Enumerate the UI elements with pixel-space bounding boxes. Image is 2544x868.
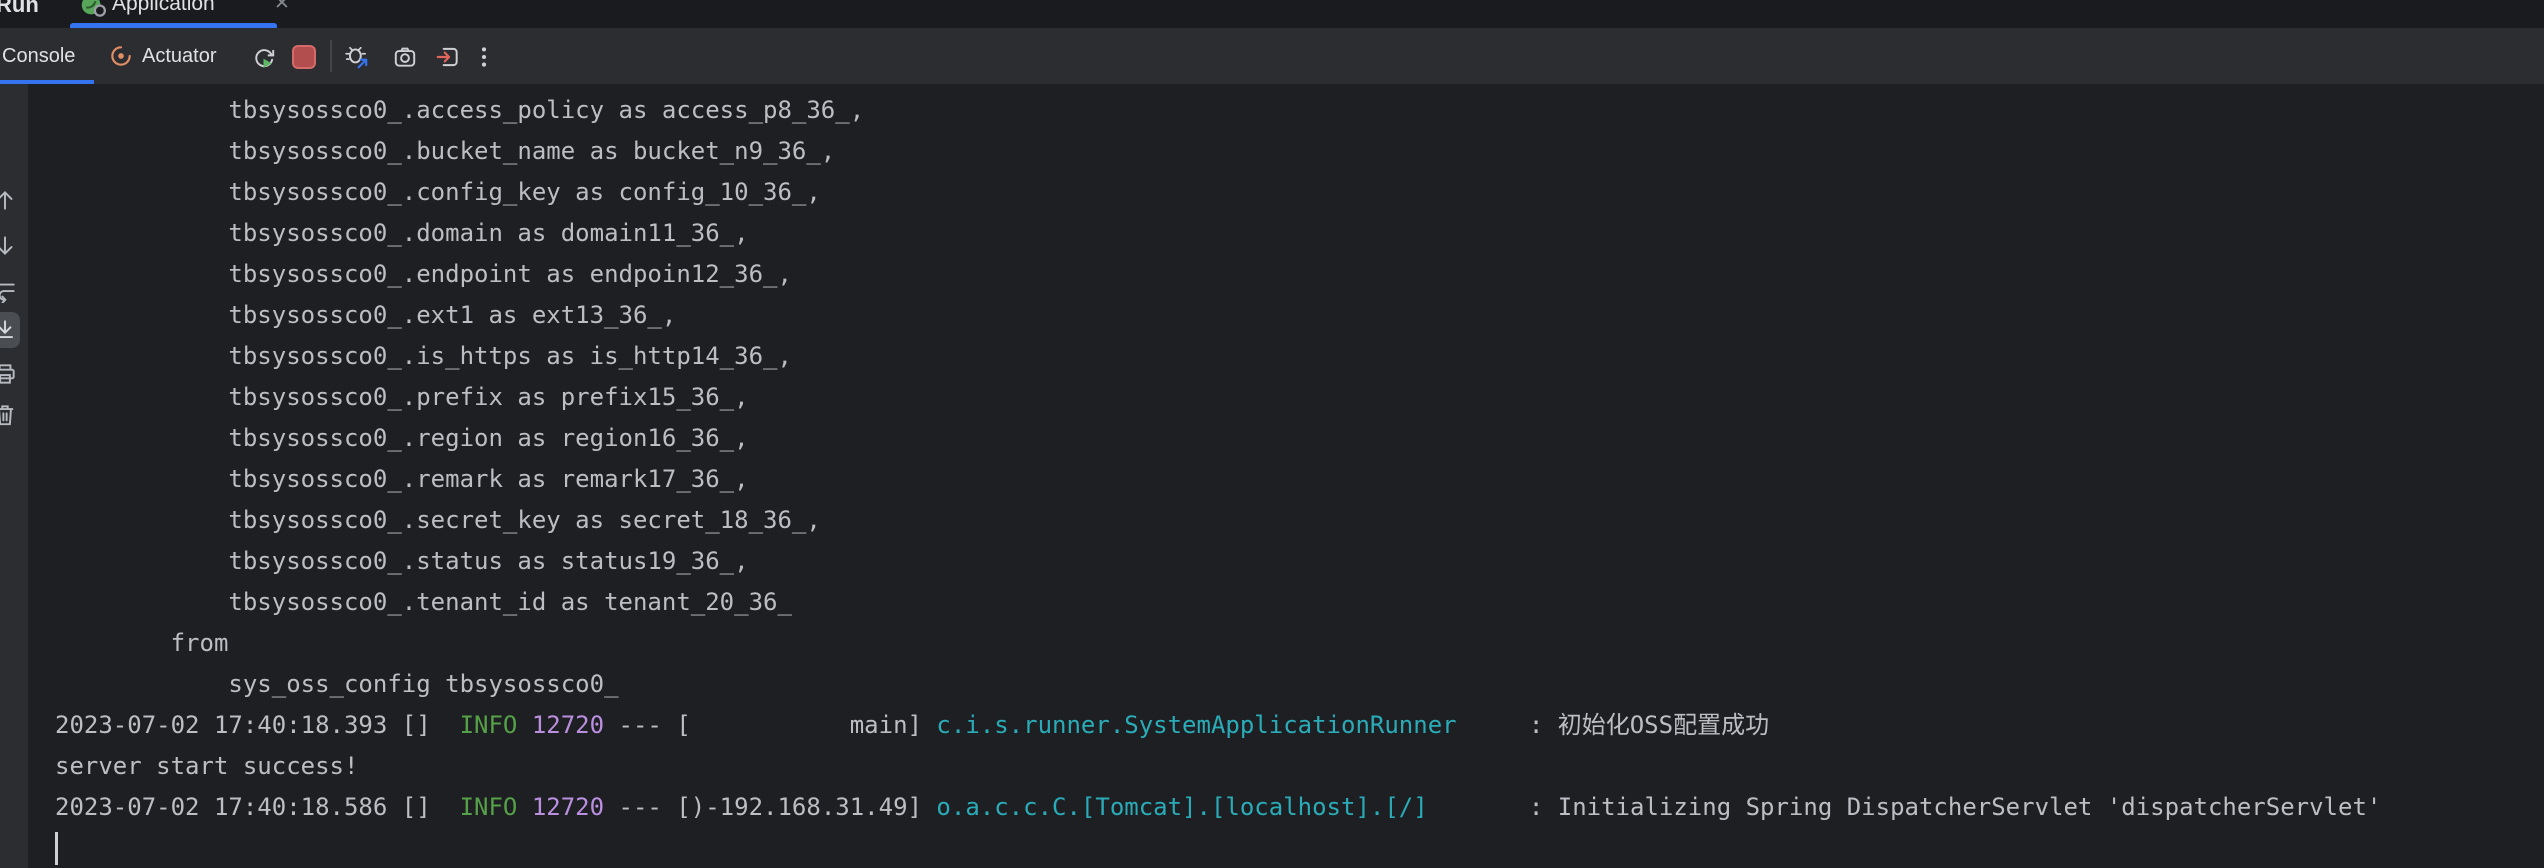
console-line: tbsysossco0_.is_https as is_http14_36_, <box>55 336 2381 377</box>
print-icon[interactable] <box>0 361 18 387</box>
console-line: tbsysossco0_.config_key as config_10_36_… <box>55 172 2381 213</box>
console-line: tbsysossco0_.access_policy as access_p8_… <box>55 90 2381 131</box>
console-line: tbsysossco0_.prefix as prefix15_36_, <box>55 377 2381 418</box>
console-line: 2023-07-02 17:40:18.393 [] INFO 12720 --… <box>55 705 2381 746</box>
soft-wrap-icon[interactable] <box>0 277 18 303</box>
console-line: tbsysossco0_.ext1 as ext13_36_, <box>55 295 2381 336</box>
more-options-icon[interactable] <box>471 44 497 70</box>
tab-application-label: Application <box>112 0 215 19</box>
actuator-icon <box>108 43 134 69</box>
console-line: server start success! <box>55 746 2381 787</box>
spring-boot-run-icon <box>78 0 108 20</box>
run-tool-window-label[interactable]: Run <box>0 0 39 20</box>
toolbar-separator <box>330 40 332 72</box>
thread-dump-camera-icon[interactable] <box>392 44 418 70</box>
rerun-icon[interactable] <box>251 44 277 70</box>
attach-debugger-icon[interactable] <box>344 44 370 70</box>
console-line: tbsysossco0_.endpoint as endpoin12_36_, <box>55 254 2381 295</box>
clear-all-icon[interactable] <box>0 402 18 428</box>
console-gutter <box>0 84 28 868</box>
console-lines: tbsysossco0_.access_policy as access_p8_… <box>55 90 2381 865</box>
scroll-down-icon[interactable] <box>0 233 18 259</box>
console-line: sys_oss_config tbsysossco0_ <box>55 664 2381 705</box>
console-line: from <box>55 623 2381 664</box>
tab-actuator[interactable]: Actuator <box>108 28 216 84</box>
text-cursor <box>55 832 58 865</box>
console-line: tbsysossco0_.region as region16_36_, <box>55 418 2381 459</box>
tab-console[interactable]: Console <box>0 28 94 84</box>
console-line: 2023-07-02 17:40:18.586 [] INFO 12720 --… <box>55 787 2381 828</box>
console-line: tbsysossco0_.domain as domain11_36_, <box>55 213 2381 254</box>
tab-console-label: Console <box>2 45 75 68</box>
stop-icon[interactable] <box>292 45 316 69</box>
tab-actuator-label: Actuator <box>142 45 216 68</box>
scroll-up-icon[interactable] <box>0 187 18 213</box>
console-output[interactable]: tbsysossco0_.access_policy as access_p8_… <box>28 84 2544 868</box>
run-tool-window-header: Run Application ✕ <box>0 0 2544 28</box>
console-line: tbsysossco0_.bucket_name as bucket_n9_36… <box>55 131 2381 172</box>
console-line: tbsysossco0_.tenant_id as tenant_20_36_ <box>55 582 2381 623</box>
console-line: tbsysossco0_.secret_key as secret_18_36_… <box>55 500 2381 541</box>
close-icon[interactable]: ✕ <box>274 0 290 19</box>
run-toolbar: Console Actuator <box>0 28 2544 84</box>
scroll-to-end-icon[interactable] <box>0 317 18 343</box>
console-line: tbsysossco0_.status as status19_36_, <box>55 541 2381 582</box>
console-line: tbsysossco0_.remark as remark17_36_, <box>55 459 2381 500</box>
export-icon[interactable] <box>435 44 461 70</box>
